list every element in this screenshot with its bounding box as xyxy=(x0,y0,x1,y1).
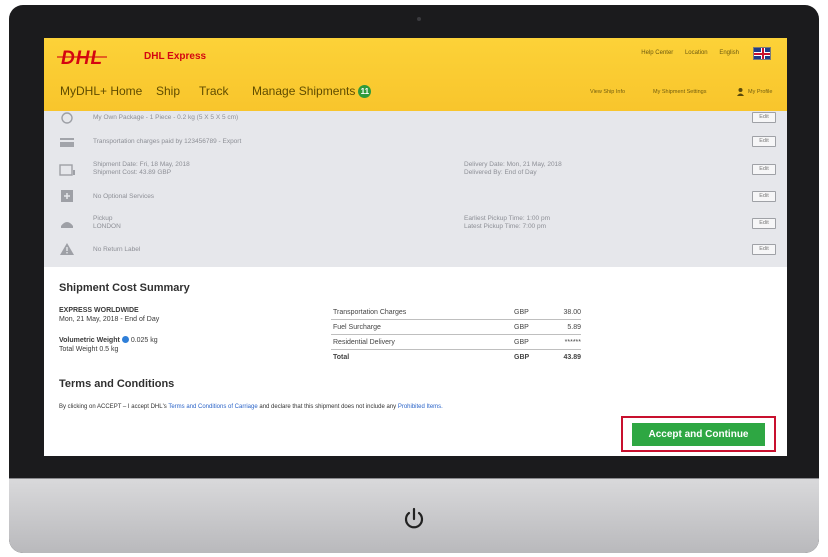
cost-summary-title: Shipment Cost Summary xyxy=(59,282,190,294)
billing-summary: Transportation charges paid by 123456789… xyxy=(93,138,242,145)
courier-icon xyxy=(61,222,73,228)
location-link[interactable]: Location xyxy=(685,50,708,56)
service-name: EXPRESS WORLDWIDE xyxy=(59,307,139,314)
terms-of-carriage-link[interactable]: Terms and Conditions of Carriage xyxy=(168,404,257,410)
language-link[interactable]: English xyxy=(719,50,739,56)
payment-icon xyxy=(60,138,74,147)
volumetric-weight: Volumetric Weight 0.025 kg xyxy=(59,336,158,345)
total-currency: GBP xyxy=(514,354,530,361)
nav-manage-shipments[interactable]: Manage Shipments 11 xyxy=(252,84,372,98)
terms-text: By clicking on ACCEPT – I accept DHL's T… xyxy=(59,404,443,410)
help-center-link[interactable]: Help Center xyxy=(641,50,673,56)
package-summary: My Own Package - 1 Piece - 0.2 kg (5 X 5… xyxy=(93,114,239,121)
charge-label: Transportation Charges xyxy=(333,309,407,316)
edit-button[interactable]: Edit xyxy=(752,191,776,202)
edit-button[interactable]: Edit xyxy=(752,136,776,147)
shipment-summary-rows: My Own Package - 1 Piece - 0.2 kg (5 X 5… xyxy=(44,111,787,267)
delivery-info: Mon, 21 May, 2018 - End of Day xyxy=(59,316,160,323)
edit-button[interactable]: Edit xyxy=(752,218,776,229)
nav-track[interactable]: Track xyxy=(199,84,229,98)
optional-services-summary: No Optional Services xyxy=(93,193,155,200)
screen: DHL DHL Express Help Center Location Eng… xyxy=(44,38,787,456)
my-profile-link[interactable]: My Profile xyxy=(748,89,772,95)
top-links: Help Center Location English xyxy=(631,50,739,56)
charge-currency: GBP xyxy=(514,339,529,346)
table-row: Transportation Charges GBP 38.00 xyxy=(331,305,581,320)
edit-button[interactable]: Edit xyxy=(752,164,776,175)
list-item: No Optional Services Edit xyxy=(44,186,787,208)
charge-currency: GBP xyxy=(514,309,529,316)
charges-table: Transportation Charges GBP 38.00 Fuel Su… xyxy=(331,305,581,365)
pickup-summary: Pickup LONDON xyxy=(93,215,121,230)
edit-button[interactable]: Edit xyxy=(752,112,776,123)
main-nav: MyDHL+ Home Ship Track Manage Shipments 1… xyxy=(44,78,787,106)
accept-button-highlight: Accept and Continue xyxy=(621,416,776,452)
accept-and-continue-button[interactable]: Accept and Continue xyxy=(632,423,765,446)
nav-ship[interactable]: Ship xyxy=(156,84,180,98)
calendar-icon xyxy=(59,164,75,176)
table-row: Fuel Surcharge GBP 5.89 xyxy=(331,320,581,335)
edit-button[interactable]: Edit xyxy=(752,244,776,255)
terms-text-middle: and declare that this shipment does not … xyxy=(259,404,397,410)
charge-label: Residential Delivery xyxy=(333,339,395,346)
charge-label: Fuel Surcharge xyxy=(333,324,381,331)
view-ship-info-link[interactable]: View Ship Info xyxy=(590,89,625,95)
total-row: Total GBP 43.89 xyxy=(331,350,581,365)
total-label: Total xyxy=(333,354,350,361)
list-item: Pickup LONDON Earliest Pickup Time: 1:00… xyxy=(44,210,787,236)
charge-amount: 5.89 xyxy=(567,324,581,331)
user-icon xyxy=(737,88,744,96)
list-item: No Return Label Edit xyxy=(44,239,787,261)
shipment-date-summary: Shipment Date: Fri, 18 May, 2018 Shipmen… xyxy=(93,161,190,176)
total-weight: Total Weight 0.5 kg xyxy=(59,346,119,353)
brand-subtitle: DHL Express xyxy=(144,51,207,62)
power-icon[interactable] xyxy=(401,506,427,532)
total-amount: 43.89 xyxy=(563,354,581,361)
delivery-date-summary: Delivery Date: Mon, 21 May, 2018 Deliver… xyxy=(464,161,562,176)
pickup-times: Earliest Pickup Time: 1:00 pm Latest Pic… xyxy=(464,215,550,230)
volumetric-weight-label: Volumetric Weight xyxy=(59,337,120,344)
dhl-logo[interactable]: DHL xyxy=(56,48,108,70)
list-item: My Own Package - 1 Piece - 0.2 kg (5 X 5… xyxy=(44,107,787,129)
uk-flag-icon[interactable] xyxy=(753,47,771,60)
plus-icon xyxy=(61,190,73,202)
table-row: Residential Delivery GBP ****** xyxy=(331,335,581,350)
volumetric-weight-value: 0.025 kg xyxy=(130,337,158,344)
charge-amount: 38.00 xyxy=(563,309,581,316)
charge-currency: GBP xyxy=(514,324,529,331)
charge-amount: ****** xyxy=(564,339,581,346)
terms-title: Terms and Conditions xyxy=(59,378,175,390)
prohibited-items-link[interactable]: Prohibited Items. xyxy=(398,404,443,410)
shipments-count-badge: 11 xyxy=(358,85,372,98)
terms-text-start: By clicking on ACCEPT – I accept DHL's xyxy=(59,404,167,410)
list-item: Shipment Date: Fri, 18 May, 2018 Shipmen… xyxy=(44,157,787,183)
nav-manage-label: Manage Shipments xyxy=(252,84,356,98)
info-icon[interactable] xyxy=(121,336,129,343)
header-top: DHL DHL Express Help Center Location Eng… xyxy=(44,38,787,74)
nav-home[interactable]: MyDHL+ Home xyxy=(60,84,142,98)
warning-icon xyxy=(60,243,74,255)
header: DHL DHL Express Help Center Location Eng… xyxy=(44,38,787,111)
package-icon xyxy=(61,112,73,124)
webcam xyxy=(417,17,421,21)
list-item: Transportation charges paid by 123456789… xyxy=(44,131,787,153)
return-label-summary: No Return Label xyxy=(93,246,141,253)
shipment-settings-link[interactable]: My Shipment Settings xyxy=(653,89,707,95)
